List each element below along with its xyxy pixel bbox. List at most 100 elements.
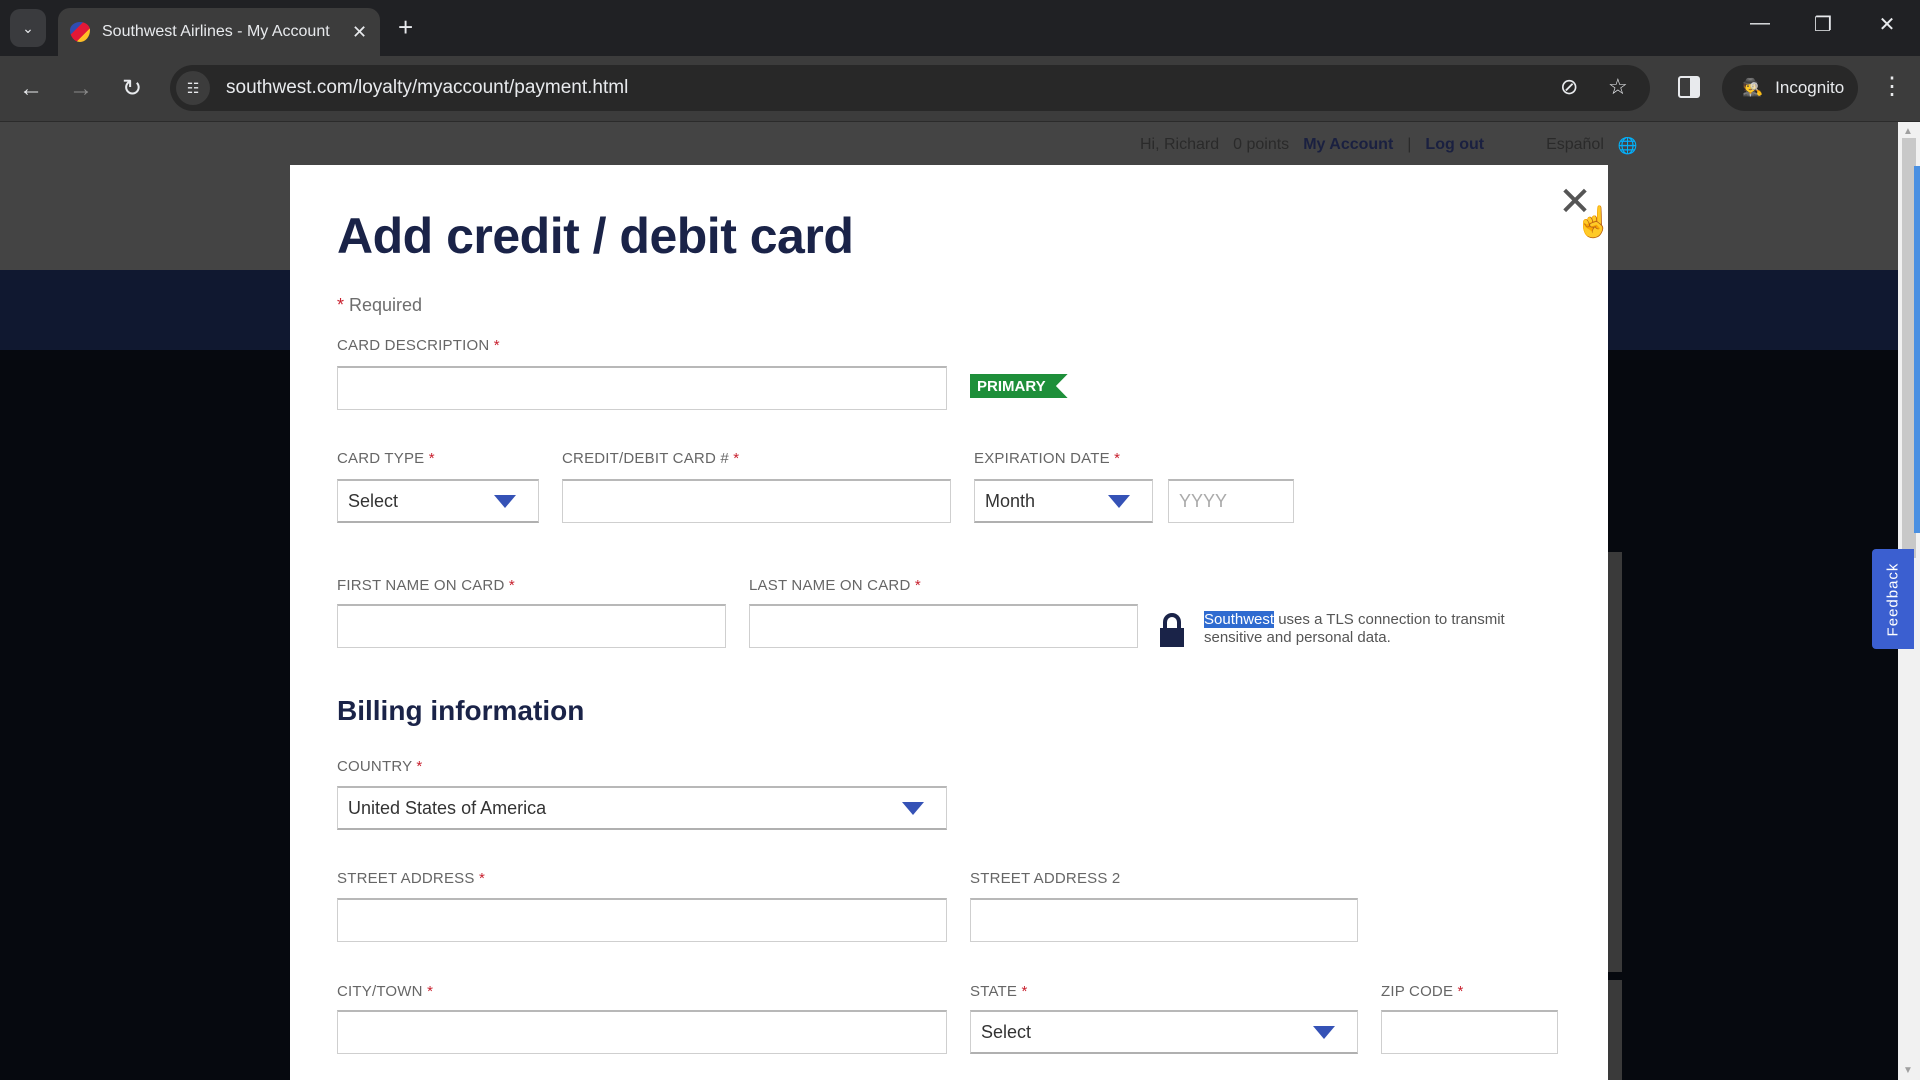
chevron-down-icon: ⌄ xyxy=(22,19,34,36)
month-value: Month xyxy=(985,490,1036,511)
last-name-input[interactable] xyxy=(749,604,1138,648)
expiration-year-input[interactable]: YYYY xyxy=(1168,479,1294,523)
required-star: * xyxy=(427,983,434,1000)
background-card xyxy=(1608,552,1622,972)
browser-tab[interactable]: Southwest Airlines - My Account ✕ xyxy=(58,8,380,56)
caret-down-icon xyxy=(494,494,516,508)
globe-icon: 🌐 xyxy=(1617,138,1638,155)
required-note-text: Required xyxy=(344,295,423,315)
feedback-button[interactable]: Feedback xyxy=(1872,549,1914,649)
country-select[interactable]: United States of America xyxy=(337,786,947,830)
close-tab-icon[interactable]: ✕ xyxy=(352,22,367,43)
required-star: * xyxy=(478,870,485,887)
primary-badge: PRIMARY xyxy=(970,374,1068,398)
label-text: CARD TYPE xyxy=(337,450,425,467)
scroll-up-icon[interactable]: ▲ xyxy=(1903,126,1913,137)
browser-menu-button[interactable]: ⋮ xyxy=(1880,72,1904,101)
card-description-input[interactable] xyxy=(337,366,947,410)
tab-title: Southwest Airlines - My Account xyxy=(102,23,330,40)
site-info-button[interactable]: ☷ xyxy=(176,71,210,105)
star-icon[interactable]: ☆ xyxy=(1608,74,1628,100)
restore-button[interactable]: ❐ xyxy=(1803,12,1843,37)
back-button[interactable]: ← xyxy=(15,74,47,104)
forward-button[interactable]: → xyxy=(65,74,97,104)
first-name-input[interactable] xyxy=(337,604,726,648)
city-input[interactable] xyxy=(337,1010,947,1054)
url-text[interactable]: southwest.com/loyalty/myaccount/payment.… xyxy=(226,77,628,99)
card-number-input[interactable] xyxy=(562,479,951,523)
required-star: * xyxy=(1021,983,1028,1000)
eye-off-icon[interactable]: ⊘ xyxy=(1560,74,1578,100)
billing-information-heading: Billing information xyxy=(337,695,585,726)
label-text: CREDIT/DEBIT CARD # xyxy=(562,450,729,467)
required-note: * Required xyxy=(337,295,422,316)
expiration-date-label: EXPIRATION DATE * xyxy=(974,450,1120,467)
label-text: COUNTRY xyxy=(337,758,413,775)
card-type-select[interactable]: Select xyxy=(337,479,539,523)
log-out-link[interactable]: Log out xyxy=(1425,136,1484,156)
label-text: STATE xyxy=(970,983,1018,1000)
required-star: * xyxy=(337,295,345,315)
incognito-indicator[interactable]: 🕵 Incognito xyxy=(1722,65,1858,111)
greeting-text: Hi, Richard xyxy=(1140,136,1220,153)
street-address-2-input[interactable] xyxy=(970,898,1358,942)
street-address-2-label: STREET ADDRESS 2 xyxy=(970,870,1121,887)
required-star: * xyxy=(733,450,740,467)
incognito-icon: 🕵 xyxy=(1742,78,1764,97)
card-type-value: Select xyxy=(348,490,399,511)
incognito-label: Incognito xyxy=(1775,78,1845,97)
feedback-label: Feedback xyxy=(1884,562,1902,636)
add-card-modal: ✕ ☝ Add credit / debit card * Required C… xyxy=(290,165,1612,1080)
required-star: * xyxy=(1457,983,1464,1000)
required-star: * xyxy=(1114,450,1121,467)
required-star: * xyxy=(428,450,435,467)
state-value: Select xyxy=(981,1021,1032,1042)
street-address-input[interactable] xyxy=(337,898,947,942)
hand-cursor-icon: ☝ xyxy=(1575,206,1613,239)
label-text: LAST NAME ON CARD xyxy=(749,577,911,594)
topbar-separator: | xyxy=(1407,136,1412,153)
language-link[interactable]: Español xyxy=(1546,136,1604,156)
side-panel-icon[interactable] xyxy=(1678,76,1700,98)
minimize-button[interactable]: — xyxy=(1740,12,1780,35)
lock-icon xyxy=(1160,613,1184,647)
required-star: * xyxy=(914,577,921,594)
scroll-down-icon[interactable]: ▼ xyxy=(1903,1065,1913,1076)
street-address-label: STREET ADDRESS * xyxy=(337,870,485,887)
label-text: ZIP CODE xyxy=(1381,983,1454,1000)
caret-down-icon xyxy=(1108,494,1130,508)
my-account-link[interactable]: My Account xyxy=(1303,136,1393,156)
arrow-left-icon: ← xyxy=(19,75,43,102)
reload-button[interactable]: ↻ xyxy=(116,74,148,104)
account-topbar: Hi, Richard 0 points My Account | Log ou… xyxy=(1140,136,1638,156)
required-star: * xyxy=(493,337,500,354)
kebab-icon: ⋮ xyxy=(1880,73,1904,100)
close-window-button[interactable]: ✕ xyxy=(1867,12,1907,37)
last-name-label: LAST NAME ON CARD * xyxy=(749,577,921,594)
reload-icon: ↻ xyxy=(121,75,143,102)
caret-down-icon xyxy=(902,801,924,815)
tls-security-note: Southwest uses a TLS connection to trans… xyxy=(1204,611,1534,647)
zip-code-label: ZIP CODE * xyxy=(1381,983,1464,1000)
label-text: CARD DESCRIPTION xyxy=(337,337,490,354)
city-label: CITY/TOWN * xyxy=(337,983,433,1000)
highlighted-text: Southwest xyxy=(1204,611,1275,628)
points-text: 0 points xyxy=(1233,136,1290,153)
first-name-label: FIRST NAME ON CARD * xyxy=(337,577,515,594)
southwest-heart-icon xyxy=(70,22,90,42)
address-bar[interactable]: ☷ southwest.com/loyalty/myaccount/paymen… xyxy=(170,65,1650,111)
required-star: * xyxy=(416,758,423,775)
browser-toolbar: ← → ↻ ☷ southwest.com/loyalty/myaccount/… xyxy=(0,56,1920,122)
arrow-right-icon: → xyxy=(69,75,93,102)
zip-code-input[interactable] xyxy=(1381,1010,1558,1054)
expiration-month-select[interactable]: Month xyxy=(974,479,1153,523)
scroll-indicator xyxy=(1914,166,1920,533)
new-tab-button[interactable]: + xyxy=(398,12,413,43)
tab-list-button[interactable]: ⌄ xyxy=(10,9,46,47)
label-text: STREET ADDRESS xyxy=(337,870,475,887)
caret-down-icon xyxy=(1313,1025,1335,1039)
required-star: * xyxy=(508,577,515,594)
card-type-label: CARD TYPE * xyxy=(337,450,435,467)
tune-icon: ☷ xyxy=(186,79,200,96)
state-select[interactable]: Select xyxy=(970,1010,1358,1054)
